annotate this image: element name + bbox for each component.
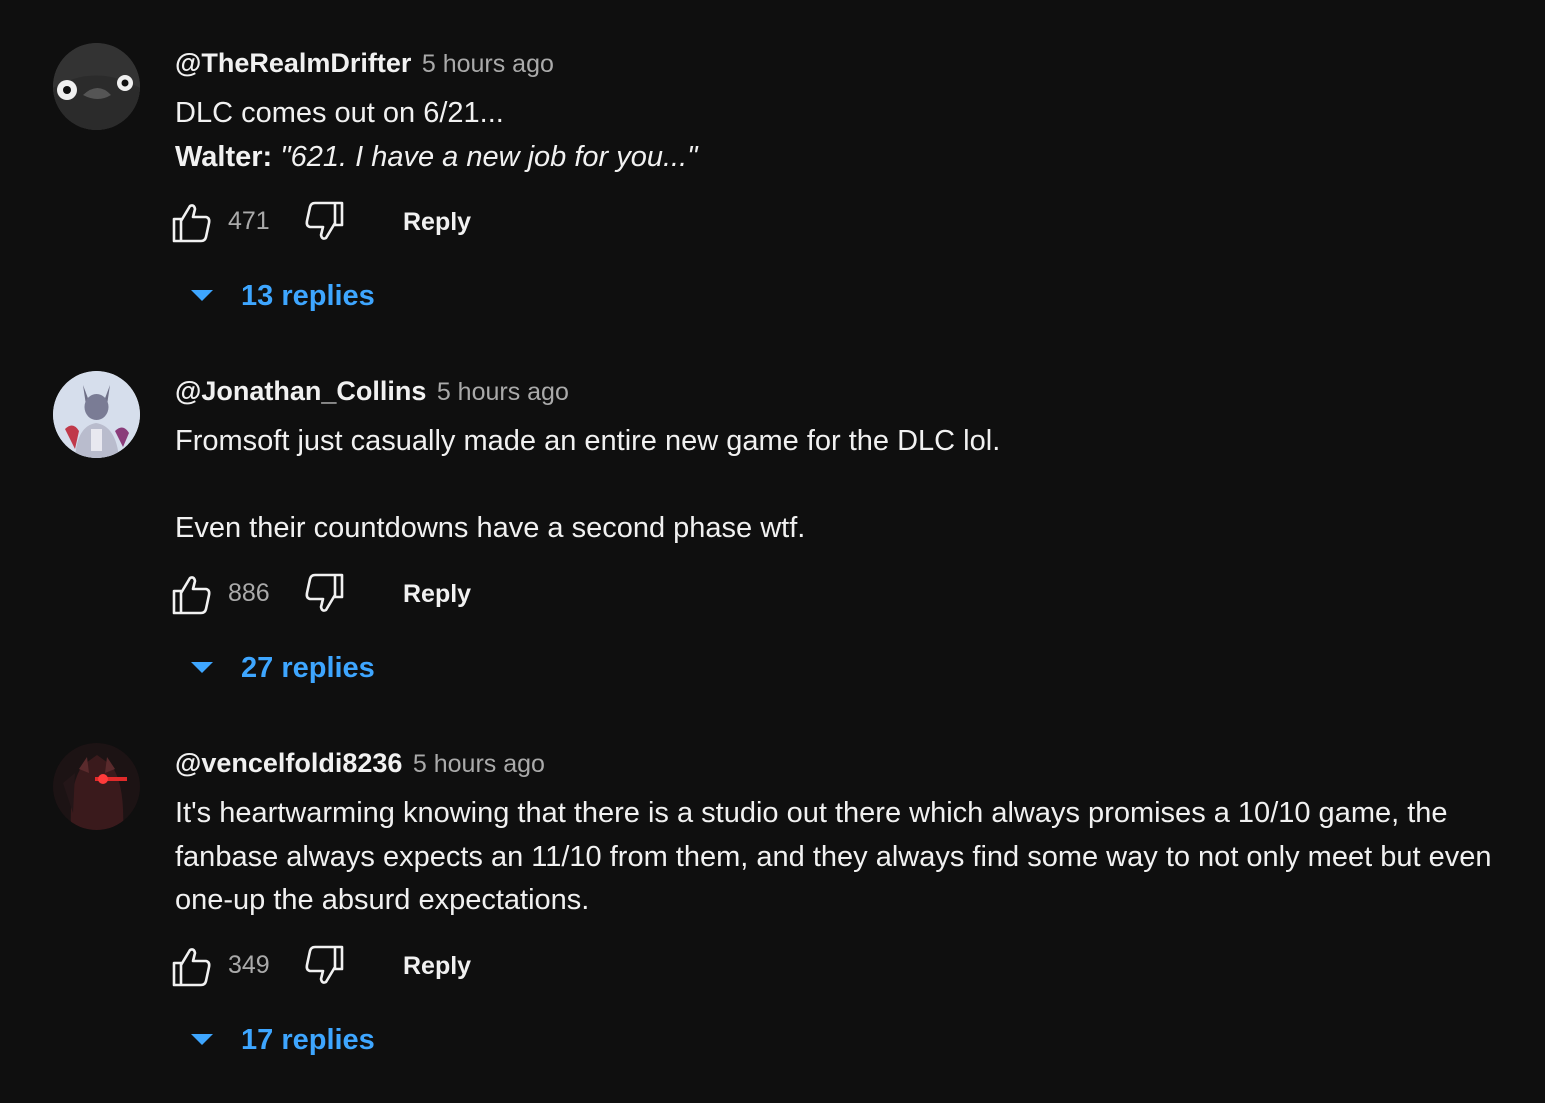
avatar[interactable] <box>53 743 140 830</box>
comment-text: It's heartwarming knowing that there is … <box>175 792 1515 923</box>
avatar[interactable] <box>53 371 140 458</box>
avatar[interactable] <box>53 43 140 130</box>
thumbs-up-icon <box>172 204 211 243</box>
like-button[interactable] <box>170 944 214 988</box>
thumbs-down-icon <box>305 201 344 240</box>
timestamp[interactable]: 5 hours ago <box>422 50 554 78</box>
like-count: 471 <box>228 207 270 235</box>
replies-count-label: 17 replies <box>241 1024 375 1056</box>
thumbs-down-icon <box>305 573 344 612</box>
comment-header: @vencelfoldi8236 5 hours ago <box>175 746 545 785</box>
caret-down-icon <box>191 662 213 673</box>
author-handle[interactable]: @TheRealmDrifter <box>175 48 411 78</box>
thumbs-down-icon <box>305 945 344 984</box>
replies-count-label: 27 replies <box>241 652 375 684</box>
speaker-label: Walter: <box>175 140 273 173</box>
comment-header: @TheRealmDrifter 5 hours ago <box>175 46 554 85</box>
caret-down-icon <box>191 1034 213 1045</box>
dislike-button[interactable] <box>302 944 346 988</box>
comment-actions: 471 Reply <box>170 200 510 244</box>
author-handle[interactable]: @vencelfoldi8236 <box>175 748 402 778</box>
avatar-wolf-image <box>53 371 140 458</box>
reply-button[interactable]: Reply <box>403 578 471 610</box>
comment-line: Fromsoft just casually made an entire ne… <box>175 425 1001 457</box>
avatar-bird-image <box>53 43 140 130</box>
timestamp[interactable]: 5 hours ago <box>413 750 545 778</box>
like-button[interactable] <box>170 200 214 244</box>
like-count: 886 <box>228 579 270 607</box>
comment-text: Fromsoft just casually made an entire ne… <box>175 420 1515 551</box>
timestamp[interactable]: 5 hours ago <box>437 378 569 406</box>
reply-button[interactable]: Reply <box>403 950 471 982</box>
caret-down-icon <box>191 290 213 301</box>
comment-text: DLC comes out on 6/21... Walter: "621. I… <box>175 92 1515 179</box>
comment-line: It's heartwarming knowing that there is … <box>175 797 1492 916</box>
comment-line: Even their countdowns have a second phas… <box>175 512 806 544</box>
comment-line: DLC comes out on 6/21... <box>175 97 504 129</box>
comment-header: @Jonathan_Collins 5 hours ago <box>175 374 569 413</box>
reply-button[interactable]: Reply <box>403 206 471 238</box>
dislike-button[interactable] <box>302 200 346 244</box>
thumbs-up-icon <box>172 576 211 615</box>
author-handle[interactable]: @Jonathan_Collins <box>175 376 426 406</box>
comment-actions: 349 Reply <box>170 944 510 988</box>
avatar-knight-image <box>53 743 140 830</box>
comment-line: Walter: "621. I have a new job for you..… <box>175 136 1515 180</box>
replies-count-label: 13 replies <box>241 280 375 312</box>
like-count: 349 <box>228 951 270 979</box>
like-button[interactable] <box>170 572 214 616</box>
dislike-button[interactable] <box>302 572 346 616</box>
thumbs-up-icon <box>172 948 211 987</box>
comment-actions: 886 Reply <box>170 572 510 616</box>
quote-text: "621. I have a new job for you..." <box>280 140 698 173</box>
